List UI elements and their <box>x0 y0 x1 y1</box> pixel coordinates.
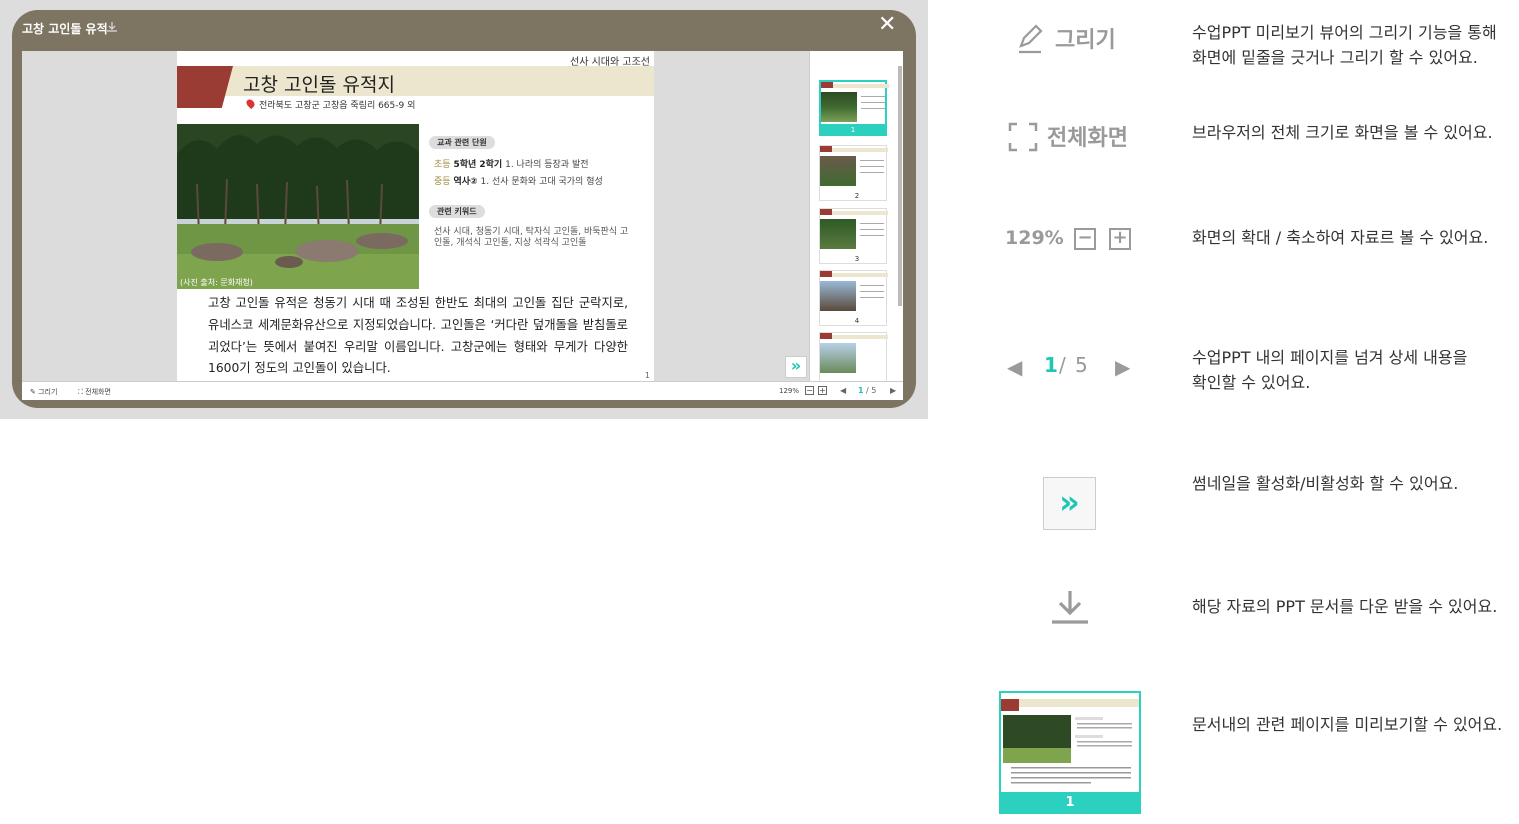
thumbnail-3-number: 3 <box>854 255 860 263</box>
legend-thumbnail-number: 1 <box>999 792 1141 814</box>
legend-next-icon: ▶ <box>1115 355 1131 379</box>
slide: 선사 시대와 고조선 고창 고인돌 유적지 전라북도 고창군 고창읍 죽림리 6… <box>177 51 654 381</box>
curriculum-row-2: 중등 역사② 1. 선사 문화와 고대 국가의 형성 <box>434 177 603 187</box>
legend-draw-desc: 수업PPT 미리보기 뷰어의 그리기 기능을 통해 화면에 밑줄을 긋거나 그리… <box>1192 23 1497 67</box>
close-button[interactable]: ✕ <box>878 14 896 36</box>
keywords-text: 선사 시대, 청동기 시대, 탁자식 고인돌, 바둑판식 고인돌, 개석식 고인… <box>434 227 629 248</box>
legend-prev-icon: ◀ <box>1007 355 1023 379</box>
legend-toggle-desc: 썸네일을 활성화/비활성화 할 수 있어요. <box>1192 474 1459 493</box>
legend-download-desc: 해당 자료의 PPT 문서를 다운 받을 수 있어요. <box>1192 597 1498 616</box>
slide-title: 고창 고인돌 유적지 <box>243 74 395 96</box>
zoom-out-button[interactable]: − <box>805 386 814 395</box>
curriculum-pill: 교과 관련 단원 <box>429 136 495 149</box>
slide-address: 전라북도 고창군 고창읍 죽림리 665-9 외 <box>259 101 416 111</box>
thumbnail-toggle-button[interactable]: » <box>785 356 807 378</box>
legend-current-page: 1 <box>1044 353 1058 377</box>
thumbnail-2-number: 2 <box>854 192 860 200</box>
zoom-level: 129% <box>779 387 800 395</box>
viewer-title: 고창 고인돌 유적 <box>22 22 108 36</box>
legend-page-desc: 수업PPT 내의 페이지를 넘겨 상세 내용을 확인할 수 있어요. <box>1192 348 1468 392</box>
slide-body: 고창 고인돌 유적은 청동기 시대 때 조성된 한반도 최대의 고인돌 집단 군… <box>208 296 628 376</box>
photo-caption: (사진 출처: 문화재청) <box>180 278 253 287</box>
thumbnail-scrollbar[interactable] <box>898 66 902 306</box>
legend-download-icon <box>1052 591 1088 624</box>
pencil-icon <box>1019 24 1043 54</box>
slide-page-number: 1 <box>644 371 650 380</box>
legend-draw-label: 그리기 <box>1055 28 1116 53</box>
legend-toggle-icon: » <box>1043 477 1096 530</box>
thumbnail-5[interactable] <box>819 332 888 381</box>
keywords-pill: 관련 키워드 <box>429 205 485 218</box>
slide-viewport: 선사 시대와 고조선 고창 고인돌 유적지 전라북도 고창군 고창읍 죽림리 6… <box>22 51 809 381</box>
legend-zoom-level: 129% <box>1005 227 1064 249</box>
thumbnail-1-number: 1 <box>819 124 887 136</box>
legend-zoom-desc: 화면의 확대 / 축소하여 자료르 볼 수 있어요. <box>1192 228 1489 247</box>
fullscreen-icon <box>1008 122 1038 152</box>
zoom-in-button[interactable]: + <box>818 386 827 395</box>
legend-fullscreen-label: 전체화면 <box>1047 126 1128 151</box>
legend-page-slash: / <box>1059 353 1066 377</box>
legend-total-pages: 5 <box>1075 353 1088 377</box>
location-pin-icon <box>244 97 257 110</box>
thumbnail-panel: 1 2 3 4 <box>809 51 903 381</box>
download-icon[interactable] <box>106 21 118 33</box>
fullscreen-button[interactable]: ⛶ 전체화면 <box>78 387 111 397</box>
curriculum-row-1: 초등 5학년 2학기 1. 나라의 등장과 발전 <box>434 160 589 170</box>
legend-zoom-in-icon: + <box>1109 228 1131 250</box>
draw-button[interactable]: ✎ 그리기 <box>30 387 57 397</box>
title-accent <box>177 66 233 108</box>
next-page-button[interactable]: ▶ <box>890 386 896 395</box>
current-page: 1 <box>858 386 864 395</box>
thumbnail-4-number: 4 <box>854 317 860 325</box>
legend-zoom-out-icon: − <box>1074 228 1096 250</box>
dolmen-photo <box>177 124 419 289</box>
prev-page-button[interactable]: ◀ <box>840 386 846 395</box>
legend-thumbnail-desc: 문서내의 관련 페이지를 미리보기할 수 있어요. <box>1192 715 1503 734</box>
total-pages: / 5 <box>866 386 877 395</box>
legend-fullscreen-desc: 브라우저의 전체 크기로 화면을 볼 수 있어요. <box>1192 123 1493 142</box>
viewer-toolbar: ✎ 그리기 ⛶ 전체화면 129% − + ◀ 1 / 5 ▶ <box>22 381 903 400</box>
